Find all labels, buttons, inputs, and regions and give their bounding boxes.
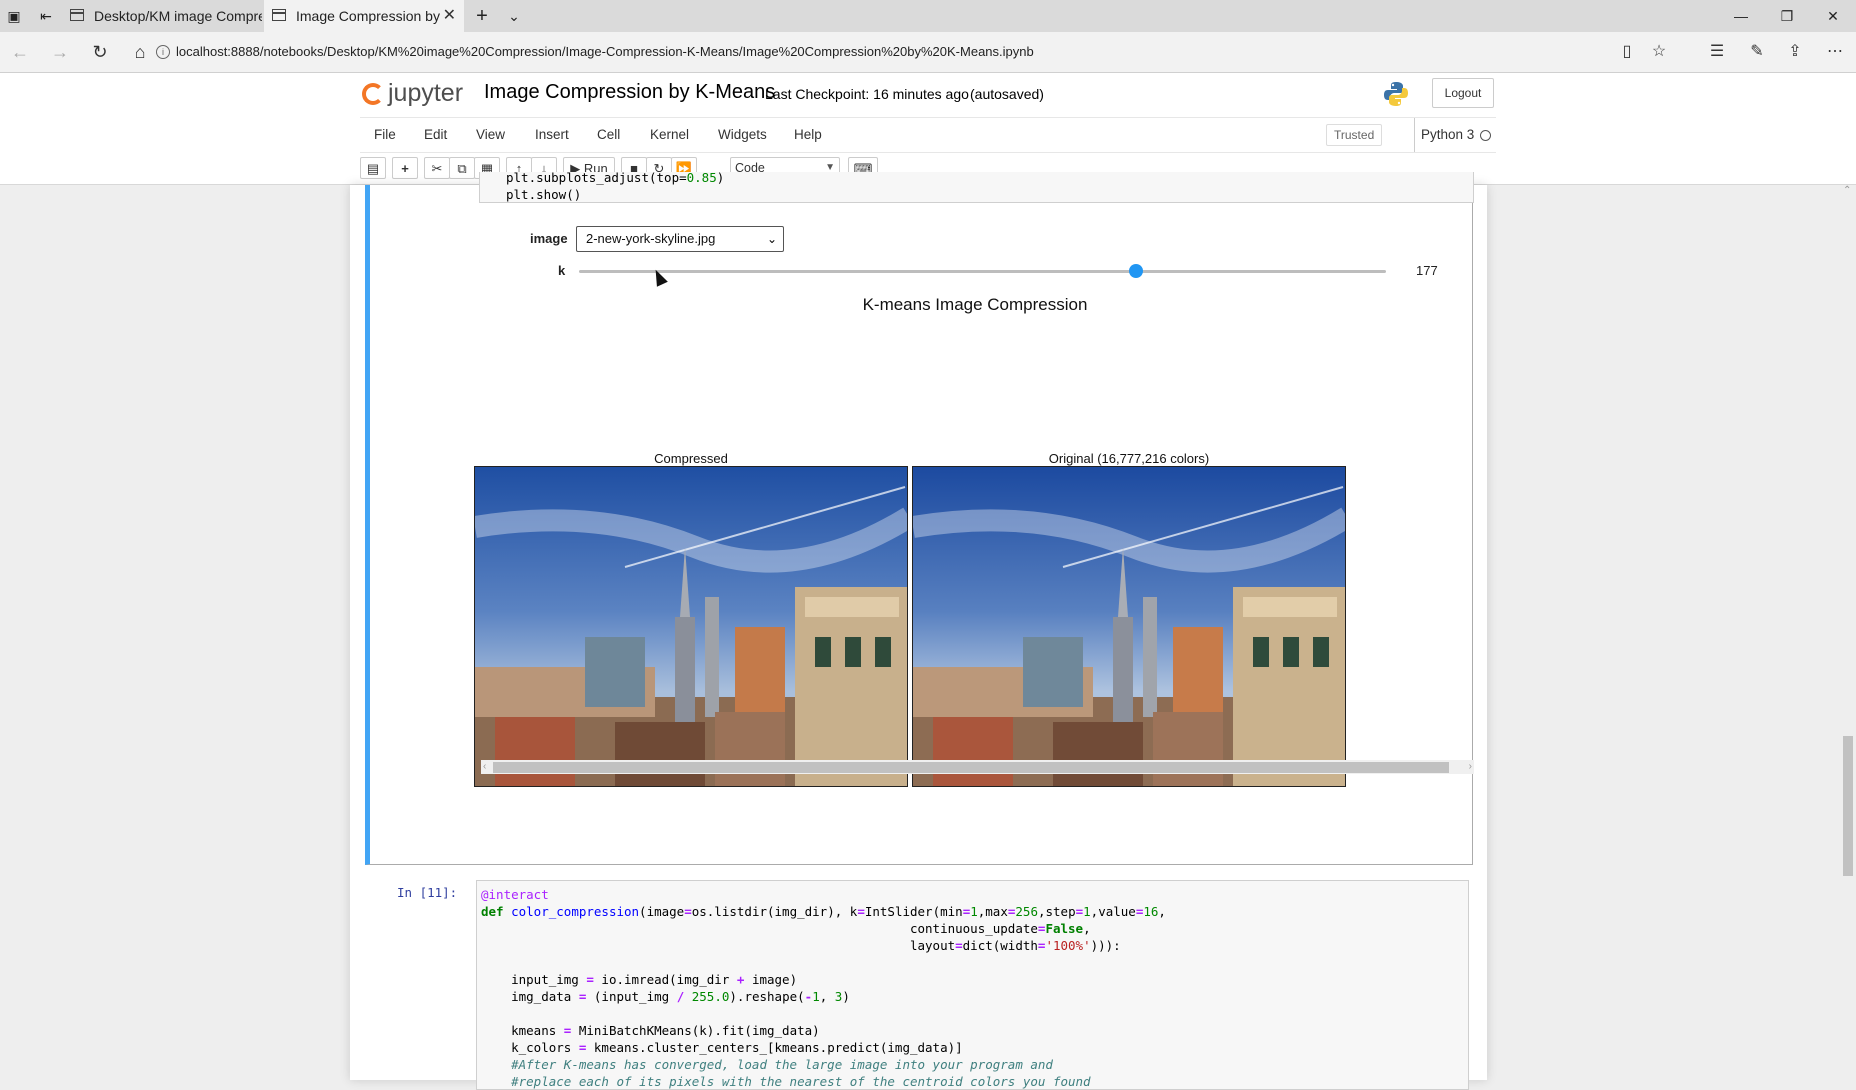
notebook-container: plt.subplots_adjust(top=0.85) plt.show()… <box>350 172 1487 1090</box>
minimize-icon[interactable]: — <box>1718 0 1764 32</box>
tab-desktop[interactable]: Desktop/KM image Compre <box>62 0 262 32</box>
tab-label: Image Compression by <box>296 8 440 24</box>
scrollbar-thumb[interactable] <box>493 762 1449 773</box>
tab-label: Desktop/KM image Compre <box>94 8 262 24</box>
image-dropdown[interactable]: 2-new-york-skyline.jpg ⌄ <box>576 226 784 252</box>
restore-icon[interactable]: ❐ <box>1764 0 1810 32</box>
code-line: plt.show() <box>506 187 582 202</box>
python-logo-icon <box>1384 82 1408 106</box>
menu-edit[interactable]: Edit <box>424 118 447 152</box>
code-cell[interactable]: In [11]: @interact def color_compression… <box>365 875 1473 1090</box>
url-field[interactable]: i localhost:8888/notebooks/Desktop/KM%20… <box>156 38 1676 66</box>
code-input[interactable]: plt.subplots_adjust(top=0.85) plt.show() <box>479 172 1474 203</box>
original-title: Original (16,777,216 colors) <box>1048 451 1210 466</box>
input-prompt: In [11]: <box>397 885 458 900</box>
menu-help[interactable]: Help <box>794 118 822 152</box>
menu-bar: File Edit View Insert Cell Kernel Widget… <box>360 117 1496 153</box>
menu-view[interactable]: View <box>476 118 505 152</box>
original-image <box>912 466 1346 787</box>
pen-icon[interactable]: ✎ <box>1744 40 1770 64</box>
scroll-right-icon[interactable]: › <box>1469 760 1472 774</box>
jupyter-header: jupyter Image Compression by K-Means Las… <box>0 73 1856 185</box>
scroll-left-icon[interactable]: ‹ <box>483 760 486 774</box>
copy-button[interactable]: ⧉ <box>449 157 475 179</box>
scrollbar-thumb[interactable] <box>1843 736 1853 876</box>
info-icon[interactable]: i <box>156 45 170 59</box>
compressed-title: Compressed <box>654 451 728 466</box>
chevron-down-icon: ⌄ <box>766 232 777 246</box>
url-text: localhost:8888/notebooks/Desktop/KM%20im… <box>176 44 1034 59</box>
cut-button[interactable]: ✂ <box>424 157 450 179</box>
code-line: plt.subplots_adjust(top=0.85) <box>506 172 725 185</box>
k-slider-value: 177 <box>1416 263 1438 278</box>
insert-cell-button[interactable]: + <box>392 157 418 179</box>
page-vertical-scrollbar[interactable]: ⌃ <box>1840 185 1856 1080</box>
k-slider[interactable] <box>579 264 1386 278</box>
jupyter-wordmark: jupyter <box>388 79 464 107</box>
code-lines: @interact def color_compression(image=os… <box>481 887 1166 1089</box>
close-tab-icon[interactable]: ✕ <box>443 0 456 32</box>
logout-button[interactable]: Logout <box>1432 78 1494 108</box>
close-window-icon[interactable]: ✕ <box>1810 0 1856 32</box>
share-icon[interactable]: ⇪ <box>1782 40 1808 64</box>
new-tab-icon[interactable]: + <box>472 6 492 26</box>
set-aside-tabs-icon[interactable]: ⇤ <box>36 6 56 26</box>
more-icon[interactable]: ⋯ <box>1822 40 1848 64</box>
code-lines: plt.subplots_adjust(top=0.85) plt.show() <box>506 172 725 202</box>
notebook-title[interactable]: Image Compression by K-Means <box>484 81 775 104</box>
output-horizontal-scrollbar[interactable]: ‹ › <box>481 760 1474 774</box>
jupyter-ring-icon <box>362 83 384 105</box>
k-widget-label: k <box>558 263 566 278</box>
menu-cell[interactable]: Cell <box>597 118 620 152</box>
image-widget-label: image <box>530 231 568 246</box>
save-button[interactable]: ▤ <box>360 157 386 179</box>
favorites-hub-icon[interactable]: ☰ <box>1704 40 1730 64</box>
page-icon <box>70 9 84 21</box>
browser-titlebar: ▣ ⇤ Desktop/KM image Compre Image Compre… <box>0 0 1856 32</box>
reading-view-icon[interactable]: ▯ <box>1614 40 1640 64</box>
page-icon <box>272 9 286 21</box>
checkpoint-status: Last Checkpoint: 16 minutes ago <box>765 86 969 102</box>
autosave-status: (autosaved) <box>970 86 1044 102</box>
trusted-badge[interactable]: Trusted <box>1326 124 1383 146</box>
code-input[interactable]: @interact def color_compression(image=os… <box>476 880 1469 1090</box>
address-bar: ← → ↻ ⌂ i localhost:8888/notebooks/Deskt… <box>0 32 1856 73</box>
tab-actions-icon[interactable]: ▣ <box>4 6 24 26</box>
tab-list-icon[interactable]: ⌄ <box>504 6 524 26</box>
favorite-star-icon[interactable]: ☆ <box>1646 40 1672 64</box>
image-dropdown-value: 2-new-york-skyline.jpg <box>586 231 716 246</box>
menu-widgets[interactable]: Widgets <box>718 118 767 152</box>
compressed-image <box>474 466 908 787</box>
figure-title: K-means Image Compression <box>862 295 1088 314</box>
scroll-up-icon[interactable]: ⌃ <box>1843 185 1851 196</box>
code-cell-selected[interactable]: plt.subplots_adjust(top=0.85) plt.show()… <box>365 172 1474 865</box>
tab-image-compression[interactable]: Image Compression by ✕ <box>264 0 464 32</box>
kernel-name[interactable]: Python 3 <box>1414 118 1474 152</box>
k-slider-handle[interactable] <box>1128 264 1143 278</box>
menu-insert[interactable]: Insert <box>535 118 569 152</box>
back-icon[interactable]: ← <box>8 40 32 64</box>
menu-file[interactable]: File <box>374 118 396 152</box>
refresh-icon[interactable]: ↻ <box>88 40 112 64</box>
home-icon[interactable]: ⌂ <box>128 40 152 64</box>
forward-icon[interactable]: → <box>48 40 72 64</box>
kernel-idle-icon <box>1480 130 1491 141</box>
menu-kernel[interactable]: Kernel <box>650 118 689 152</box>
